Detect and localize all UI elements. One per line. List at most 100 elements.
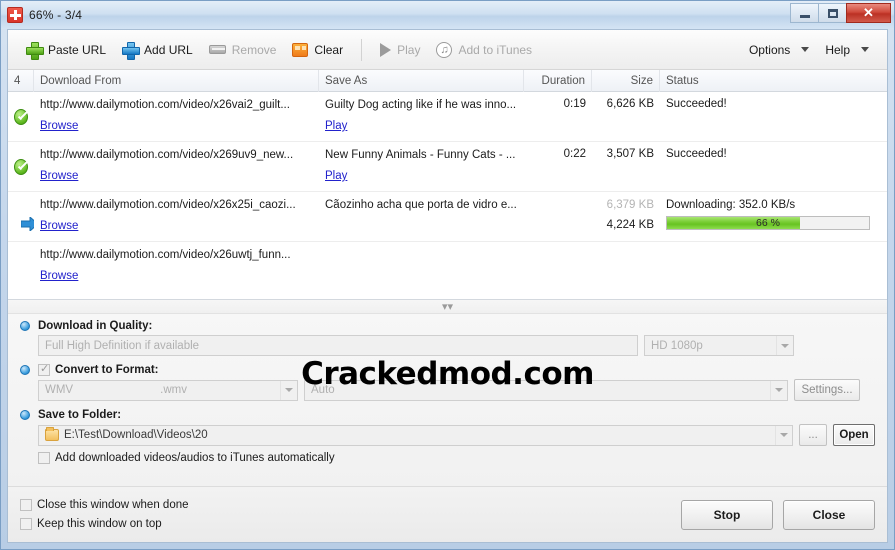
- convert-to-format-checkbox[interactable]: [38, 362, 50, 376]
- save-folder-label-row: Save to Folder:: [20, 409, 875, 421]
- browse-link[interactable]: Browse: [40, 170, 78, 182]
- itunes-auto-add-checkbox[interactable]: [38, 452, 50, 464]
- row-save-as-name: New Funny Animals - Funny Cats - ...: [325, 149, 516, 161]
- row-save-as: Cãozinho acha que porta de vidro e...: [319, 192, 524, 241]
- browse-link[interactable]: Browse: [40, 270, 78, 282]
- help-menu-button[interactable]: Help: [817, 39, 877, 61]
- row-status-icon-cell: [8, 242, 34, 292]
- column-header-size[interactable]: Size: [592, 69, 660, 92]
- browse-folder-button[interactable]: ...: [799, 424, 827, 446]
- keep-on-top-checkbox[interactable]: [20, 518, 32, 530]
- keep-on-top-row[interactable]: Keep this window on top: [20, 516, 189, 532]
- help-label: Help: [825, 42, 850, 57]
- chevron-down-icon: [776, 336, 793, 355]
- plus-green-icon: [26, 41, 44, 60]
- column-header-download-from[interactable]: Download From: [34, 69, 319, 92]
- save-folder-fields: E:\Test\Download\Videos\20 ... Open: [38, 424, 875, 446]
- quality-fields: Full High Definition if available HD 108…: [38, 335, 875, 356]
- progress-bar-label: 66 %: [756, 217, 780, 229]
- column-header-duration[interactable]: Duration: [524, 69, 592, 92]
- folder-icon: [45, 427, 59, 441]
- remove-icon: [208, 45, 226, 54]
- minimize-button[interactable]: [790, 3, 819, 23]
- bullet-icon: [20, 365, 30, 375]
- row-url: http://www.dailymotion.com/video/x269uv9…: [40, 149, 294, 161]
- success-icon: [14, 158, 28, 175]
- close-dialog-button[interactable]: Close: [783, 499, 875, 530]
- table-row[interactable]: http://www.dailymotion.com/video/x26x25i…: [8, 192, 887, 242]
- row-save-as: [319, 242, 524, 292]
- clear-icon: [292, 42, 309, 57]
- profile-value: Auto: [311, 384, 335, 396]
- bottom-actions: Stop Close: [681, 499, 875, 530]
- toolbar-separator: [361, 38, 363, 61]
- column-header-status[interactable]: Status: [660, 70, 887, 92]
- row-status: [660, 242, 887, 292]
- format-settings-button[interactable]: Settings...: [794, 379, 860, 401]
- row-download-from: http://www.dailymotion.com/video/x26vai2…: [34, 92, 319, 141]
- profile-select[interactable]: Auto: [304, 379, 788, 401]
- format-select[interactable]: WMV .wmv: [38, 379, 298, 401]
- table-row[interactable]: http://www.dailymotion.com/video/x26vai2…: [8, 92, 887, 142]
- plus-blue-icon: [122, 41, 141, 60]
- play-button[interactable]: Play: [372, 39, 428, 61]
- column-header-count: 4: [8, 69, 34, 92]
- row-status-icon-cell: [8, 92, 34, 141]
- play-link[interactable]: Play: [325, 120, 347, 132]
- quality-input[interactable]: Full High Definition if available: [38, 335, 638, 356]
- table-row[interactable]: http://www.dailymotion.com/video/x269uv9…: [8, 142, 887, 192]
- options-menu-button[interactable]: Options: [741, 39, 817, 61]
- download-list[interactable]: http://www.dailymotion.com/video/x26vai2…: [8, 92, 887, 300]
- row-download-from: http://www.dailymotion.com/video/x26uwtj…: [34, 242, 319, 292]
- row-save-as-name: Cãozinho acha que porta de vidro e...: [325, 199, 517, 211]
- paste-url-label: Paste URL: [48, 42, 107, 57]
- open-folder-button[interactable]: Open: [833, 424, 875, 446]
- client-area: Paste URL Add URL Remove Clear Play Ad: [7, 29, 888, 543]
- paste-url-button[interactable]: Paste URL: [18, 38, 114, 62]
- chevron-down-icon: [861, 47, 869, 52]
- maximize-button[interactable]: [818, 3, 847, 23]
- progress-bar: 66 %: [666, 216, 870, 230]
- format-value: WMV: [45, 384, 74, 396]
- window-title: 66% - 3/4: [29, 8, 83, 22]
- column-header-save-as[interactable]: Save As: [319, 69, 524, 92]
- add-to-itunes-button[interactable]: Add to iTunes: [428, 38, 540, 62]
- resolution-select[interactable]: HD 1080p: [644, 335, 794, 356]
- format-extension: .wmv: [160, 384, 187, 396]
- row-download-from: http://www.dailymotion.com/video/x26x25i…: [34, 192, 319, 241]
- clear-label: Clear: [314, 42, 344, 57]
- close-when-done-label: Close this window when done: [37, 499, 189, 511]
- quality-value: Full High Definition if available: [45, 339, 200, 352]
- itunes-auto-add-row[interactable]: Add downloaded videos/audios to iTunes a…: [38, 450, 875, 466]
- row-save-as-name: Guilty Dog acting like if he was inno...: [325, 99, 517, 111]
- row-status-icon-cell: [8, 192, 34, 241]
- itunes-icon: [436, 41, 453, 59]
- toolbar: Paste URL Add URL Remove Clear Play Ad: [8, 30, 887, 70]
- add-url-label: Add URL: [144, 42, 193, 57]
- chevron-down-icon: [770, 380, 787, 400]
- options-label: Options: [748, 42, 791, 57]
- close-when-done-row[interactable]: Close this window when done: [20, 497, 189, 513]
- chevron-double-down-icon: ▾▾: [441, 301, 454, 313]
- row-save-as: Guilty Dog acting like if he was inno...…: [319, 92, 524, 141]
- chevron-down-icon: [801, 47, 810, 52]
- row-status: Succeeded!: [666, 148, 727, 160]
- row-url: http://www.dailymotion.com/video/x26x25i…: [40, 199, 296, 211]
- panel-expander[interactable]: ▾▾: [8, 300, 887, 314]
- folder-path-input[interactable]: E:\Test\Download\Videos\20: [38, 424, 793, 446]
- browse-link[interactable]: Browse: [40, 120, 78, 132]
- application-window: 66% - 3/4 ✕ Paste URL Add URL Remove Cle…: [0, 0, 895, 550]
- play-link[interactable]: Play: [325, 170, 347, 182]
- resolution-value: HD 1080p: [651, 339, 703, 352]
- close-when-done-checkbox[interactable]: [20, 499, 32, 511]
- remove-button[interactable]: Remove: [201, 39, 285, 61]
- row-url: http://www.dailymotion.com/video/x26vai2…: [40, 99, 290, 111]
- play-icon: [380, 42, 392, 57]
- browse-link[interactable]: Browse: [40, 220, 78, 232]
- close-button[interactable]: ✕: [846, 3, 891, 23]
- remove-label: Remove: [231, 42, 277, 57]
- clear-button[interactable]: Clear: [284, 39, 351, 61]
- table-row[interactable]: http://www.dailymotion.com/video/x26uwtj…: [8, 242, 887, 292]
- add-url-button[interactable]: Add URL: [114, 38, 201, 62]
- stop-button[interactable]: Stop: [681, 499, 773, 530]
